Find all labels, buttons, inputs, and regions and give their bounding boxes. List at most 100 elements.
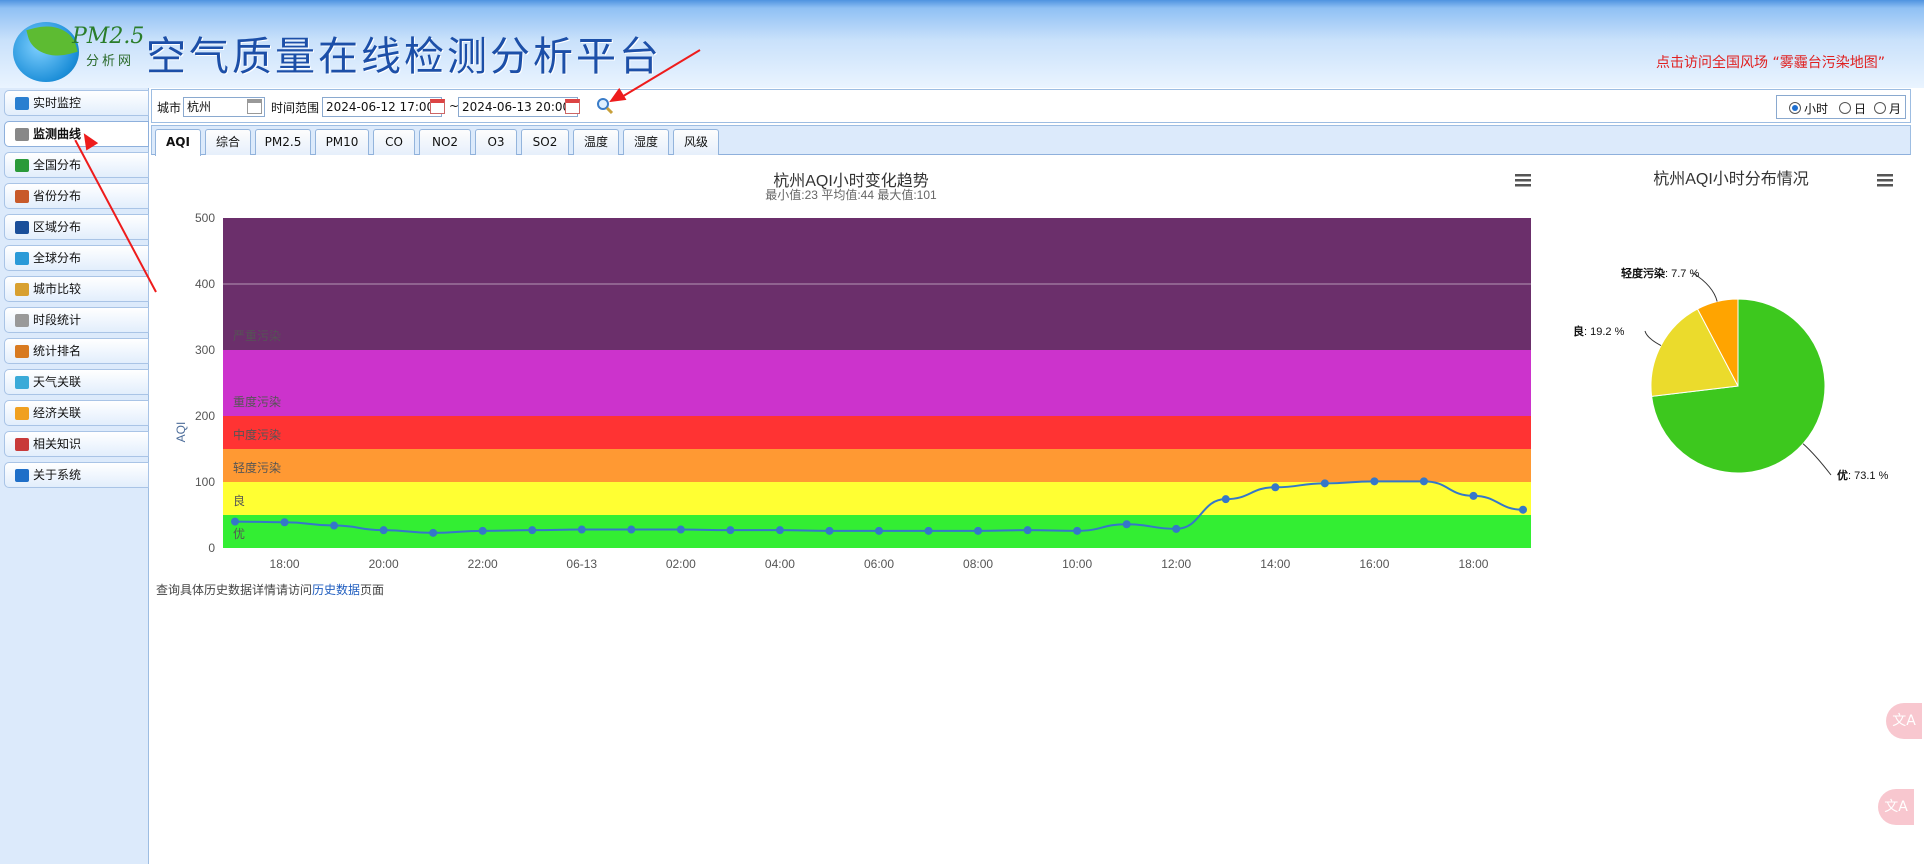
- aqi-band: [223, 482, 1531, 515]
- tab-10[interactable]: 风级: [673, 129, 719, 155]
- aqi-data-point[interactable]: [825, 526, 834, 535]
- coin-icon: [15, 407, 29, 420]
- sidebar-item-label: 天气关联: [33, 375, 82, 389]
- aqi-data-point[interactable]: [1519, 505, 1527, 514]
- aqi-data-point[interactable]: [775, 526, 784, 535]
- y-axis-label: AQI: [174, 422, 188, 443]
- city-picker-icon[interactable]: [247, 99, 262, 114]
- aqi-data-point[interactable]: [1073, 526, 1082, 535]
- pie-menu-icon[interactable]: [1877, 174, 1893, 187]
- tab-3[interactable]: PM10: [315, 129, 369, 155]
- tab-9[interactable]: 湿度: [623, 129, 669, 155]
- y-tick-label: 300: [195, 343, 215, 357]
- band-label: 良: [233, 493, 245, 508]
- aqi-data-point[interactable]: [1469, 491, 1478, 500]
- chart-menu-icon[interactable]: [1515, 174, 1531, 187]
- scale-icon: [15, 283, 29, 296]
- x-tick-label: 14:00: [1260, 557, 1290, 571]
- sidebar-item[interactable]: 实时监控: [4, 90, 149, 116]
- calendar-icon[interactable]: [430, 99, 445, 114]
- x-tick-label: 04:00: [765, 557, 795, 571]
- header-marquee-link[interactable]: 点击访问全国风场 “雾霾台污染地图”: [1656, 52, 1916, 72]
- aqi-data-point[interactable]: [429, 528, 438, 537]
- aqi-data-point[interactable]: [528, 526, 537, 535]
- pie-label-value: : 19.2 %: [1584, 326, 1625, 338]
- history-note: 查询具体历史数据详情请访问历史数据页面: [156, 581, 384, 598]
- sidebar-item[interactable]: 全国分布: [4, 152, 149, 178]
- sidebar-item[interactable]: 全球分布: [4, 245, 149, 271]
- chart-subtitle: 最小值:23 平均值:44 最大值:101: [765, 187, 937, 202]
- aqi-data-point[interactable]: [330, 521, 339, 530]
- tab-8[interactable]: 温度: [573, 129, 619, 155]
- tab-5[interactable]: NO2: [419, 129, 471, 155]
- sidebar-item[interactable]: 天气关联: [4, 369, 149, 395]
- history-note-suffix: 页面: [360, 583, 385, 597]
- sidebar-item-label: 关于系统: [33, 468, 82, 482]
- aqi-data-point[interactable]: [1023, 526, 1032, 535]
- pie-connector: [1644, 330, 1662, 346]
- y-tick-label: 500: [195, 211, 215, 225]
- history-note-prefix: 查询具体历史数据详情请访问: [156, 583, 313, 597]
- sidebar-item[interactable]: 相关知识: [4, 431, 149, 457]
- radio-hour[interactable]: [1789, 102, 1801, 114]
- translate-button[interactable]: 文A: [1886, 703, 1922, 739]
- aqi-data-point[interactable]: [1271, 483, 1280, 492]
- history-data-link[interactable]: 历史数据: [312, 583, 360, 597]
- tab-2[interactable]: PM2.5: [255, 129, 311, 155]
- aqi-data-point[interactable]: [875, 526, 883, 535]
- aqi-data-point[interactable]: [1122, 520, 1131, 529]
- aqi-data-point[interactable]: [974, 526, 983, 535]
- aqi-data-point[interactable]: [676, 525, 685, 534]
- sidebar-item[interactable]: 城市比较: [4, 276, 149, 302]
- y-tick-label: 200: [195, 409, 215, 423]
- sidebar-item[interactable]: 关于系统: [4, 462, 149, 488]
- aqi-data-point[interactable]: [726, 526, 735, 535]
- region-icon: [15, 221, 29, 234]
- x-tick-label: 20:00: [369, 557, 399, 571]
- calendar-icon[interactable]: [565, 99, 580, 114]
- china-map-icon: [15, 159, 29, 172]
- aqi-data-point[interactable]: [231, 517, 239, 526]
- aqi-data-point[interactable]: [577, 525, 586, 534]
- radio-month[interactable]: [1874, 102, 1886, 114]
- aqi-data-point[interactable]: [280, 518, 289, 527]
- radio-day[interactable]: [1839, 102, 1851, 114]
- tab-6[interactable]: O3: [475, 129, 517, 155]
- x-tick-label: 08:00: [963, 557, 993, 571]
- start-time-input[interactable]: 2024-06-12 17:00: [322, 97, 442, 117]
- aqi-band: [223, 416, 1531, 449]
- info-icon: [15, 469, 29, 482]
- sidebar-item[interactable]: 时段统计: [4, 307, 149, 333]
- weather-icon: [15, 376, 29, 389]
- sidebar-item-label: 区域分布: [33, 220, 82, 234]
- tab-1[interactable]: 综合: [205, 129, 251, 155]
- aqi-data-point[interactable]: [627, 525, 636, 534]
- logo-text: PM2.5: [72, 24, 145, 49]
- x-tick-label: 18:00: [1458, 557, 1488, 571]
- aqi-data-point[interactable]: [1370, 477, 1379, 486]
- aqi-data-point[interactable]: [924, 526, 933, 535]
- pie-title: 杭州AQI小时分布情况: [1653, 170, 1809, 188]
- aqi-data-point[interactable]: [1221, 495, 1230, 504]
- aqi-distribution-pie: 杭州AQI小时分布情况 优: 73.1 % 良: 19.2 % 轻度污染: 7.7 …: [1573, 170, 1893, 482]
- band-label: 轻度污染: [233, 460, 281, 475]
- x-tick-label: 18:00: [270, 557, 300, 571]
- tab-4[interactable]: CO: [373, 129, 415, 155]
- sidebar-item[interactable]: 经济关联: [4, 400, 149, 426]
- tab-0[interactable]: AQI: [155, 129, 201, 156]
- x-tick-label: 06:00: [864, 557, 894, 571]
- aqi-data-point[interactable]: [379, 526, 388, 535]
- aqi-data-point[interactable]: [1320, 479, 1329, 488]
- clock-icon: [15, 314, 29, 327]
- end-time-input[interactable]: 2024-06-13 20:00: [458, 97, 578, 117]
- ranking-icon: [15, 345, 29, 358]
- tab-7[interactable]: SO2: [521, 129, 569, 155]
- sidebar-item[interactable]: 省份分布: [4, 183, 149, 209]
- translate-button[interactable]: 文A: [1878, 789, 1914, 825]
- aqi-data-point[interactable]: [1419, 477, 1428, 486]
- sidebar-item[interactable]: 统计排名: [4, 338, 149, 364]
- aqi-data-point[interactable]: [1172, 524, 1181, 533]
- chart-line-icon: [15, 128, 29, 141]
- aqi-data-point[interactable]: [478, 526, 487, 535]
- sidebar-item-label: 全国分布: [33, 158, 82, 172]
